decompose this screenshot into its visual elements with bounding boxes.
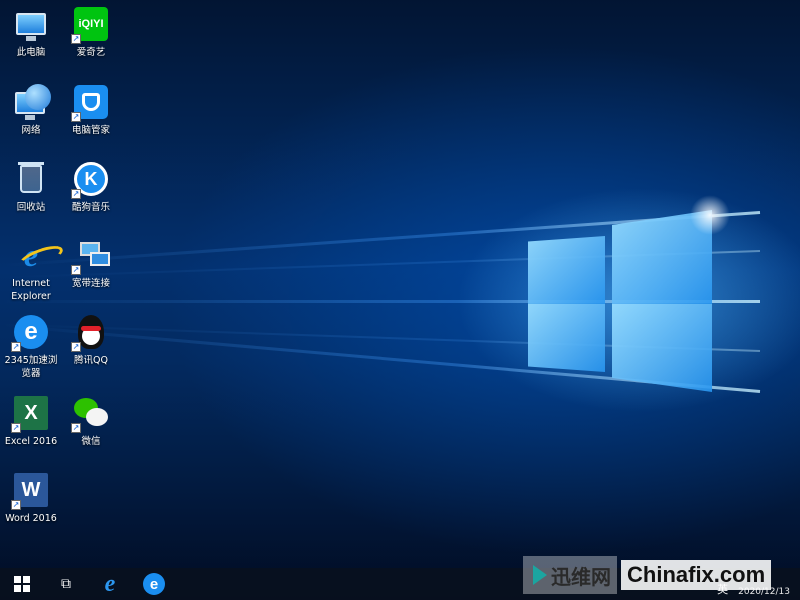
internet-explorer-icon: e	[104, 570, 116, 597]
windows-start-icon	[14, 576, 30, 592]
task-view-icon: ⧉	[61, 576, 71, 592]
watermark-logo-icon	[533, 565, 547, 585]
shortcut-arrow-icon: ↗	[71, 265, 81, 275]
watermark-cn-text: 迅维网	[551, 564, 611, 589]
browser-2345-icon: e	[143, 573, 165, 595]
recycle-bin-icon	[13, 161, 49, 197]
shortcut-arrow-icon: ↗	[71, 423, 81, 433]
internet-explorer-icon: e	[23, 236, 39, 273]
computer-icon	[13, 6, 49, 42]
shortcut-arrow-icon: ↗	[71, 342, 81, 352]
desktop-icon-kugou-music[interactable]: K ↗ 酷狗音乐	[54, 161, 128, 214]
desktop-icon-iqiyi[interactable]: iQIYI ↗ 爱奇艺	[54, 6, 128, 59]
watermark: 迅维网 Chinafix.com	[523, 556, 795, 594]
shortcut-arrow-icon: ↗	[71, 34, 81, 44]
desktop-icon-tencent-qq[interactable]: ↗ 腾讯QQ	[54, 314, 128, 367]
kugou-icon: K ↗	[71, 161, 109, 199]
tencent-pc-manager-icon: ↗	[71, 84, 109, 122]
shortcut-arrow-icon: ↗	[71, 112, 81, 122]
iqiyi-icon: iQIYI ↗	[71, 6, 109, 44]
desktop-icon-tencent-pc-manager[interactable]: ↗ 电脑管家	[54, 84, 128, 137]
desktop-icon-wechat[interactable]: ↗ 微信	[54, 395, 128, 448]
desktop-icon-word[interactable]: W ↗ Word 2016	[0, 472, 68, 525]
wechat-icon: ↗	[71, 395, 109, 433]
watermark-en-text: Chinafix.com	[621, 560, 772, 590]
broadband-connection-icon: ↗	[71, 237, 110, 275]
start-button[interactable]	[0, 568, 44, 600]
shortcut-arrow-icon: ↗	[11, 423, 21, 433]
wallpaper-glow	[690, 195, 730, 235]
qq-icon: ↗	[71, 314, 109, 352]
shortcut-arrow-icon: ↗	[11, 500, 21, 510]
task-view-button[interactable]: ⧉	[44, 568, 88, 600]
shortcut-arrow-icon: ↗	[71, 189, 81, 199]
network-icon	[13, 84, 51, 120]
shortcut-arrow-icon: ↗	[11, 342, 21, 352]
taskbar-2345-browser[interactable]: e	[132, 568, 176, 600]
excel-icon: X ↗	[11, 395, 49, 433]
wallpaper-windows-logo	[528, 210, 713, 392]
desktop-icon-broadband-connection[interactable]: ↗ 宽带连接	[54, 237, 128, 290]
word-icon: W ↗	[11, 472, 49, 510]
browser-2345-icon: e ↗	[11, 314, 49, 352]
taskbar-internet-explorer[interactable]: e	[88, 568, 132, 600]
